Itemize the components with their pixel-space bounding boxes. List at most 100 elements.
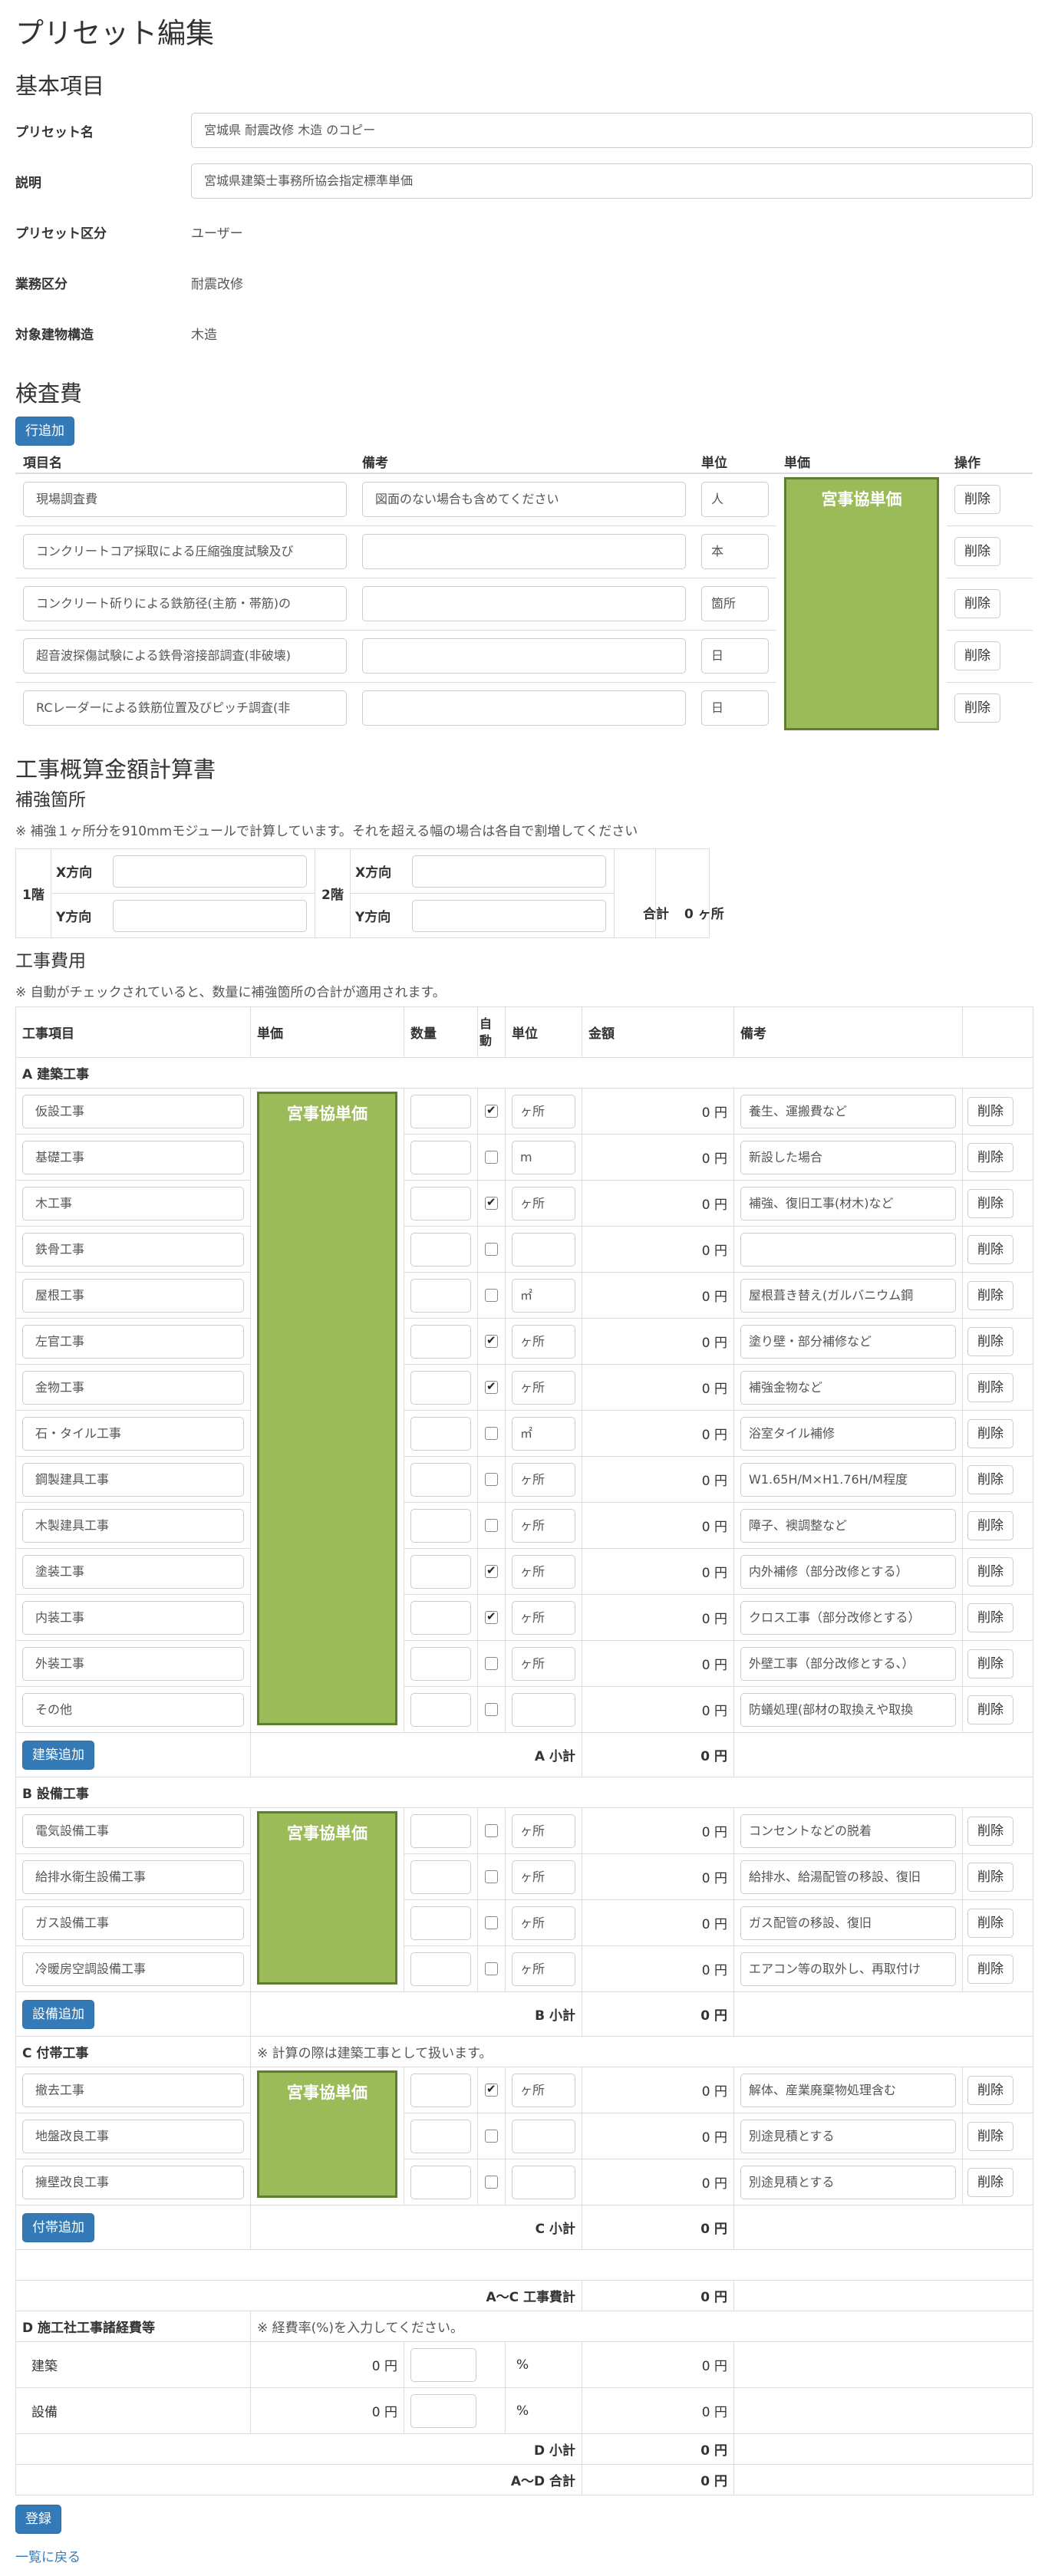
auto-checkbox[interactable] <box>485 1427 498 1440</box>
auto-checkbox[interactable] <box>485 1379 498 1394</box>
work-note-input[interactable]: ガス配管の移設、復旧 <box>740 1906 956 1940</box>
unit-input[interactable]: ヶ所 <box>512 1186 575 1220</box>
description-input[interactable]: 宮城県建築士事務所協会指定標準単価 <box>191 163 1033 199</box>
floor2-x-input[interactable] <box>411 855 606 888</box>
delete-button[interactable]: 削除 <box>967 1510 1013 1540</box>
auto-checkbox[interactable] <box>485 1870 498 1883</box>
delete-button[interactable]: 削除 <box>967 1096 1013 1126</box>
work-item-input[interactable]: 石・タイル工事 <box>22 1416 244 1451</box>
unit-input[interactable]: ヶ所 <box>512 1952 575 1986</box>
unit-input[interactable]: ヶ所 <box>512 1554 575 1589</box>
unit-input[interactable] <box>512 1692 575 1727</box>
delete-button[interactable]: 削除 <box>967 1418 1013 1448</box>
work-note-input[interactable]: 防蟻処理(部材の取換えや取換 <box>740 1692 956 1727</box>
unit-input[interactable]: ヶ所 <box>512 1094 575 1128</box>
qty-input[interactable] <box>410 2165 471 2199</box>
qty-input[interactable] <box>410 1324 471 1359</box>
qty-input[interactable] <box>410 1508 471 1543</box>
work-note-input[interactable]: 補強、復旧工事(材木)など <box>740 1186 956 1220</box>
item-name-input[interactable]: 現場調査費 <box>23 482 347 518</box>
work-note-input[interactable]: 給排水、給湯配管の移設、復旧 <box>740 1860 956 1894</box>
add-equipment-button[interactable]: 設備追加 <box>22 1999 94 2029</box>
add-building-button[interactable]: 建築追加 <box>22 1740 94 1770</box>
delete-button[interactable]: 削除 <box>967 1326 1013 1356</box>
auto-checkbox[interactable] <box>485 2082 498 2097</box>
add-incidental-button[interactable]: 付帯追加 <box>22 2212 94 2242</box>
work-item-input[interactable]: 木工事 <box>22 1186 244 1220</box>
auto-checkbox[interactable] <box>485 1243 498 1256</box>
work-note-input[interactable]: 別途見積とする <box>740 2165 956 2199</box>
work-item-input[interactable]: 塗装工事 <box>22 1554 244 1589</box>
unit-input[interactable]: ヶ所 <box>512 1906 575 1940</box>
work-note-input[interactable]: 障子、襖調整など <box>740 1508 956 1543</box>
item-name-input[interactable]: コンクリート斫りによる鉄筋径(主筋・帯筋)の <box>23 586 347 621</box>
item-note-input[interactable] <box>362 534 686 569</box>
work-item-input[interactable]: 地盤改良工事 <box>22 2119 244 2153</box>
work-item-input[interactable]: 鉄骨工事 <box>22 1232 244 1267</box>
auto-checkbox[interactable] <box>485 1703 498 1716</box>
delete-button[interactable]: 削除 <box>967 1234 1013 1264</box>
delete-button[interactable]: 削除 <box>954 641 1000 670</box>
delete-button[interactable]: 削除 <box>967 1908 1013 1938</box>
delete-button[interactable]: 削除 <box>954 693 1000 723</box>
unit-input[interactable] <box>512 1232 575 1267</box>
qty-input[interactable] <box>410 2119 471 2153</box>
work-note-input[interactable]: 補強金物など <box>740 1370 956 1405</box>
delete-button[interactable]: 削除 <box>967 1603 1013 1632</box>
work-note-input[interactable]: 別途見積とする <box>740 2119 956 2153</box>
work-note-input[interactable]: 塗り壁・部分補修など <box>740 1324 956 1359</box>
auto-checkbox[interactable] <box>485 1151 498 1164</box>
floor1-y-input[interactable] <box>112 899 307 932</box>
work-item-input[interactable]: 仮設工事 <box>22 1094 244 1128</box>
qty-input[interactable] <box>410 1554 471 1589</box>
item-unit-input[interactable]: 日 <box>701 638 769 674</box>
delete-button[interactable]: 削除 <box>967 1464 1013 1494</box>
delete-button[interactable]: 削除 <box>967 1188 1013 1218</box>
auto-checkbox[interactable] <box>485 1609 498 1624</box>
delete-button[interactable]: 削除 <box>967 1280 1013 1310</box>
qty-input[interactable] <box>410 1370 471 1405</box>
qty-input[interactable] <box>410 1186 471 1220</box>
delete-button[interactable]: 削除 <box>967 2167 1013 2197</box>
auto-checkbox[interactable] <box>485 1519 498 1532</box>
work-note-input[interactable]: 外壁工事（部分改修とする、） <box>740 1646 956 1681</box>
delete-button[interactable]: 削除 <box>967 1862 1013 1892</box>
auto-checkbox[interactable] <box>485 2130 498 2143</box>
unit-input[interactable]: ㎡ <box>512 1278 575 1313</box>
qty-input[interactable] <box>410 1646 471 1681</box>
work-note-input[interactable]: 浴室タイル補修 <box>740 1416 956 1451</box>
qty-input[interactable] <box>410 1813 471 1848</box>
work-item-input[interactable]: 電気設備工事 <box>22 1813 244 1848</box>
qty-input[interactable] <box>410 1860 471 1894</box>
delete-button[interactable]: 削除 <box>967 2121 1013 2151</box>
unit-input[interactable]: ヶ所 <box>512 1370 575 1405</box>
floor2-y-input[interactable] <box>411 899 606 932</box>
item-note-input[interactable] <box>362 638 686 674</box>
qty-input[interactable] <box>410 2073 471 2107</box>
work-item-input[interactable]: 内装工事 <box>22 1600 244 1635</box>
work-note-input[interactable]: 養生、運搬費など <box>740 1094 956 1128</box>
qty-input[interactable] <box>410 1140 471 1174</box>
unit-input[interactable]: ヶ所 <box>512 2073 575 2107</box>
work-item-input[interactable]: 冷暖房空調設備工事 <box>22 1952 244 1986</box>
auto-checkbox[interactable] <box>485 1195 498 1210</box>
register-button[interactable]: 登録 <box>15 2505 61 2534</box>
item-note-input[interactable] <box>362 586 686 621</box>
unit-input[interactable]: ヶ所 <box>512 1813 575 1848</box>
qty-input[interactable] <box>410 1094 471 1128</box>
qty-input[interactable] <box>410 1906 471 1940</box>
item-unit-input[interactable]: 箇所 <box>701 586 769 621</box>
d-rate-input[interactable] <box>410 2393 476 2428</box>
unit-input[interactable]: ヶ所 <box>512 1646 575 1681</box>
delete-button[interactable]: 削除 <box>967 1816 1013 1846</box>
work-item-input[interactable]: 左官工事 <box>22 1324 244 1359</box>
work-item-input[interactable]: 擁壁改良工事 <box>22 2165 244 2199</box>
d-rate-input[interactable] <box>410 2347 476 2382</box>
auto-checkbox[interactable] <box>485 1473 498 1486</box>
work-note-input[interactable]: コンセントなどの脱着 <box>740 1813 956 1848</box>
work-note-input[interactable] <box>740 1232 956 1267</box>
unit-input[interactable]: ㎡ <box>512 1416 575 1451</box>
work-note-input[interactable]: クロス工事（部分改修とする） <box>740 1600 956 1635</box>
qty-input[interactable] <box>410 1416 471 1451</box>
back-link[interactable]: 一覧に戻る <box>15 2550 81 2565</box>
